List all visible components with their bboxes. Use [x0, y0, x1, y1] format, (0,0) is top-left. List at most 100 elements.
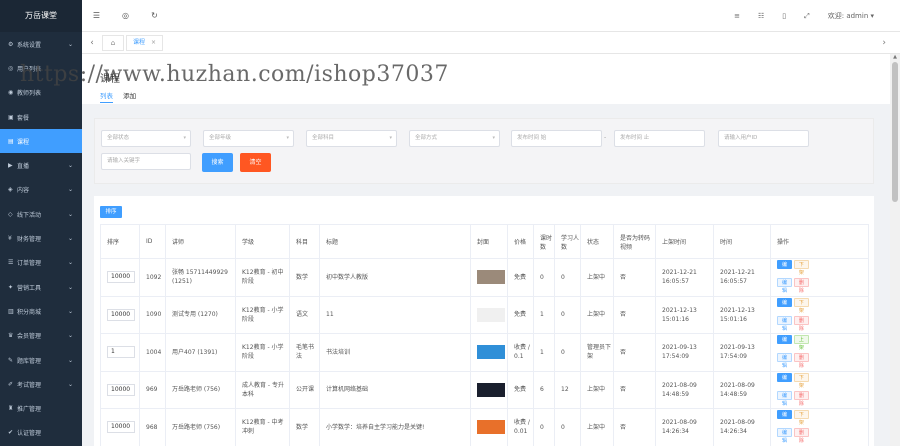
home-icon[interactable]: ⌂ — [102, 34, 124, 51]
question-bank-icon: ✎ — [8, 356, 14, 364]
sidebar-item[interactable]: ◇ 线下活动 ⌄ — [0, 202, 82, 226]
document-icon[interactable]: ▯ — [782, 12, 786, 20]
fullscreen-icon[interactable]: ⤢ — [804, 12, 810, 21]
sidebar-item[interactable]: ✎ 题库管理 ⌄ — [0, 348, 82, 372]
grade-select[interactable]: 全部年级 ▾ — [203, 130, 294, 147]
id-text: 1090 — [146, 311, 162, 319]
scroll-up-icon[interactable]: ▲ — [890, 54, 900, 60]
sort-order-input[interactable]: 10000 — [107, 383, 135, 396]
edit-lessons-button[interactable]: 编辑 — [777, 353, 792, 369]
delete-button[interactable]: 删除 — [793, 278, 809, 294]
cell-time: 2021-08-09 14:26:34 — [713, 408, 771, 446]
edit-button[interactable]: 编辑 — [777, 410, 792, 426]
status-select[interactable]: 全部状态 ▾ — [101, 130, 191, 147]
sort-order-input[interactable]: 1 — [107, 346, 135, 359]
close-icon[interactable]: × — [151, 39, 156, 46]
toggle-status-button[interactable]: 下架 — [793, 260, 809, 276]
sort-order-input[interactable]: 10000 — [107, 421, 135, 434]
edit-lessons-button[interactable]: 编辑 — [777, 278, 792, 294]
date-end-input[interactable]: 发布时间 止 — [614, 130, 705, 147]
content-icon: ◈ — [8, 186, 13, 194]
sidebar-item-label: 系统设置 — [17, 41, 42, 49]
clear-button[interactable]: 清空 — [240, 153, 271, 172]
cell-status: 上架中 — [580, 295, 614, 334]
keyword-input[interactable]: 请输入关键字 — [101, 153, 191, 170]
delete-button[interactable]: 删除 — [793, 315, 809, 332]
sidebar-item[interactable]: ✐ 考试管理 ⌄ — [0, 372, 82, 396]
chevron-down-icon: ⌄ — [67, 259, 73, 267]
cell-lecturer: 张畅 15711449929 (1251) — [165, 258, 236, 297]
cell-status: 管理员下架 — [580, 333, 614, 372]
tab-scroll-right-icon[interactable]: › — [882, 38, 886, 48]
toggle-status-button[interactable]: 下架 — [793, 297, 809, 314]
sidebar-item[interactable]: ♛ 会员管理 ⌄ — [0, 324, 82, 348]
sidebar-item-label: 考试管理 — [17, 381, 42, 389]
students-text: 0 — [561, 348, 565, 356]
date-start-input[interactable]: 发布时间 始 — [511, 130, 602, 147]
sidebar-item[interactable]: ♜ 推广管理 — [0, 396, 82, 420]
sort-order-input[interactable]: 10000 — [107, 271, 135, 284]
sidebar-item[interactable]: ▶ 直播 ⌄ — [0, 153, 82, 177]
sidebar-item[interactable]: ◈ 内容 ⌄ — [0, 178, 82, 202]
delete-button[interactable]: 删除 — [793, 428, 809, 444]
edit-button[interactable]: 编辑 — [777, 335, 792, 351]
filter-icon[interactable]: ☷ — [758, 12, 764, 20]
sidebar-item[interactable]: ▣ 套餐 — [0, 105, 82, 129]
subject-select[interactable]: 全部科目 ▾ — [306, 130, 397, 147]
toggle-status-button[interactable]: 下架 — [793, 410, 809, 426]
subtab-list[interactable]: 列表 — [100, 92, 113, 103]
cell-grade: K12教育 - 中考冲刺 — [235, 408, 290, 446]
students-text: 12 — [561, 386, 569, 394]
sidebar-item[interactable]: ¥ 财务管理 ⌄ — [0, 226, 82, 250]
cell-lessons: 1 — [533, 333, 555, 372]
id-text: 969 — [146, 386, 158, 394]
subtab-add[interactable]: 添加 — [123, 92, 136, 100]
globe-icon[interactable]: ◎ — [111, 11, 140, 20]
list-icon[interactable]: ≡ — [734, 12, 740, 20]
sidebar-item-label: 线下活动 — [17, 211, 42, 219]
toggle-status-button[interactable]: 上架 — [793, 335, 809, 351]
user-id-input[interactable]: 请输入用户ID — [718, 130, 809, 147]
cover-thumbnail — [477, 382, 505, 397]
scrollbar-thumb[interactable] — [892, 62, 898, 202]
transcode-text: 否 — [620, 386, 627, 394]
grade-select-value: 全部年级 — [209, 135, 232, 141]
title-text: 小学数学：培养自主学习能力是关键! — [326, 423, 425, 431]
mode-select[interactable]: 全部方式 ▾ — [409, 130, 500, 147]
mode-select-value: 全部方式 — [415, 135, 438, 141]
search-button[interactable]: 搜索 — [202, 153, 233, 172]
cell-cover — [470, 295, 508, 334]
tab-course[interactable]: 课程 × — [126, 34, 164, 51]
sidebar-item[interactable]: ✔ 认证管理 — [0, 421, 82, 445]
students-text: 0 — [561, 273, 565, 281]
edit-button[interactable]: 编辑 — [777, 297, 792, 314]
edit-lessons-button[interactable]: 编辑 — [777, 390, 792, 407]
edit-lessons-button[interactable]: 编辑 — [777, 428, 792, 444]
menu-toggle-icon[interactable]: ☰ — [82, 11, 111, 20]
sort-order-input[interactable]: 10000 — [107, 308, 135, 321]
cell-grade: K12教育 - 小学阶段 — [235, 295, 290, 334]
lecturer-text: 万岳路老师 (756) — [172, 386, 221, 394]
sidebar-item[interactable]: ▤ 课程 — [0, 129, 82, 154]
sidebar-item[interactable]: ☰ 订单管理 ⌄ — [0, 251, 82, 275]
sidebar-item-label: 题库管理 — [17, 357, 42, 365]
edit-button[interactable]: 编辑 — [777, 260, 792, 276]
refresh-icon[interactable]: ↻ — [140, 11, 169, 20]
delete-button[interactable]: 删除 — [793, 390, 809, 407]
cell-lessons: 0 — [533, 408, 555, 446]
sidebar-item[interactable]: ▥ 积分商城 ⌄ — [0, 299, 82, 323]
sort-button[interactable]: 排序 — [100, 206, 122, 218]
tab-scroll-left-icon[interactable]: ‹ — [82, 38, 102, 48]
user-menu[interactable]: 欢迎: admin ▾ — [828, 11, 874, 21]
sidebar-item[interactable]: ⚙ 系统设置 ⌄ — [0, 32, 82, 56]
table-row: 10000 1090 测试专用 (1270) K12教育 - 小学阶段 语文 11 免费 1 0… — [100, 295, 869, 334]
toggle-status-button[interactable]: 下架 — [793, 372, 809, 389]
page-scrollbar[interactable]: ▲ — [890, 54, 900, 446]
chevron-down-icon: ▾ — [183, 135, 186, 141]
delete-button[interactable]: 删除 — [793, 353, 809, 369]
edit-lessons-button[interactable]: 编辑 — [777, 315, 792, 332]
cell-listed: 2021-12-21 16:05:57 — [655, 258, 714, 297]
sidebar-item[interactable]: ✦ 营销工具 ⌄ — [0, 275, 82, 299]
edit-button[interactable]: 编辑 — [777, 372, 792, 389]
cell-id: 1092 — [139, 258, 166, 297]
